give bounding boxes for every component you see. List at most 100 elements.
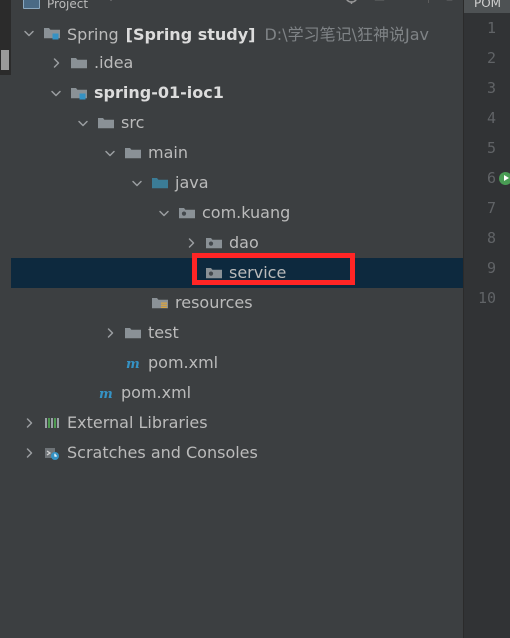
gutter-row[interactable]: 10 xyxy=(464,283,510,313)
line-number: 6 xyxy=(486,169,496,187)
line-number: 7 xyxy=(486,199,496,217)
gutter-row[interactable]: 1 xyxy=(464,13,510,43)
idea-window: Project Project xyxy=(0,0,510,638)
tree-node-label-group: service xyxy=(229,264,286,282)
tool-strip-scroll-marker[interactable] xyxy=(1,50,9,70)
project-view-icon xyxy=(23,0,40,9)
gutter-row[interactable]: 2 xyxy=(464,43,510,73)
tree-node-label: Spring xyxy=(67,25,119,44)
chevron-down-icon[interactable] xyxy=(108,0,114,1)
tree-row[interactable]: main xyxy=(11,138,463,168)
maven-file-icon: m xyxy=(97,385,115,402)
folder-icon xyxy=(124,325,142,341)
chevron-right-icon[interactable] xyxy=(104,327,116,339)
panel-title: Project xyxy=(47,0,89,11)
expand-up-icon[interactable] xyxy=(400,0,415,4)
editor-gutter[interactable]: 1 2 3 4 5 6 7 8 9 10 xyxy=(464,13,510,313)
gutter-row[interactable]: 9 xyxy=(464,253,510,283)
tree-node-label-group: dao xyxy=(229,234,259,252)
project-panel-header: Project xyxy=(11,0,463,14)
project-tree[interactable]: Spring [Spring study] D:\学习笔记\狂神说Jav .idea s… xyxy=(11,18,463,468)
tree-node-label: src xyxy=(121,113,145,132)
line-number: 1 xyxy=(486,19,496,37)
tree-node-label: service xyxy=(229,263,287,282)
svg-text:m: m xyxy=(99,387,113,401)
run-gutter-icon[interactable] xyxy=(499,171,510,185)
line-number: 10 xyxy=(477,289,496,307)
tree-row[interactable]: m pom.xml xyxy=(11,348,463,378)
chevron-down-icon[interactable] xyxy=(158,207,170,219)
tree-row[interactable]: com.kuang xyxy=(11,198,463,228)
tree-row[interactable]: test xyxy=(11,318,463,348)
package-icon xyxy=(178,205,196,221)
chevron-right-icon[interactable] xyxy=(50,57,62,69)
gutter-row[interactable]: 8 xyxy=(464,223,510,253)
gutter-row[interactable]: 3 xyxy=(464,73,510,103)
chevron-down-icon[interactable] xyxy=(104,147,116,159)
tree-row[interactable]: spring-01-ioc1 xyxy=(11,78,463,108)
gutter-row[interactable]: 6 xyxy=(464,163,510,193)
locate-icon[interactable] xyxy=(344,0,359,4)
package-icon xyxy=(205,235,223,251)
tree-node-label: spring-01-ioc1 xyxy=(94,83,224,102)
module-folder-icon xyxy=(43,25,61,41)
tree-node-label-group: main xyxy=(148,144,188,162)
tree-row[interactable]: resources xyxy=(11,288,463,318)
line-number: 9 xyxy=(486,259,496,277)
line-number: 2 xyxy=(486,49,496,67)
svg-text:m: m xyxy=(126,357,140,371)
tree-node-label-group: spring-01-ioc1 xyxy=(94,84,224,102)
tree-node-label-group: pom.xml xyxy=(121,384,191,402)
chevron-down-icon[interactable] xyxy=(50,87,62,99)
editor-tab-label[interactable]: POM xyxy=(464,0,510,13)
tree-node-label: Scratches and Consoles xyxy=(67,443,258,462)
tree-node-label: .idea xyxy=(94,53,134,72)
tree-node-label-group: External Libraries xyxy=(67,414,208,432)
tree-node-label: pom.xml xyxy=(148,353,219,372)
source-root-folder-icon xyxy=(151,175,169,191)
tree-node-label: resources xyxy=(175,293,253,312)
tree-node-path: D:\学习笔记\狂神说Jav xyxy=(264,25,429,44)
chevron-right-icon[interactable] xyxy=(23,447,35,459)
chevron-down-icon[interactable] xyxy=(131,177,143,189)
tree-node-label: com.kuang xyxy=(202,203,291,222)
settings-gear-icon[interactable] xyxy=(442,0,457,4)
tree-node-label-group: test xyxy=(148,324,179,342)
collapse-all-icon[interactable] xyxy=(372,0,387,4)
tree-node-label-group: com.kuang xyxy=(202,204,290,222)
tree-row[interactable]: Spring [Spring study] D:\学习笔记\狂神说Jav xyxy=(11,18,463,48)
tree-node-label-group: Scratches and Consoles xyxy=(67,444,258,462)
tree-row[interactable]: src xyxy=(11,108,463,138)
project-tool-window: Project Spring [Spring study] D:\学习笔记\狂神… xyxy=(11,0,463,638)
tree-row[interactable]: .idea xyxy=(11,48,463,78)
tree-node-label-group: src xyxy=(121,114,144,132)
chevron-down-icon[interactable] xyxy=(77,117,89,129)
maven-file-icon: m xyxy=(124,355,142,372)
tree-node-label: main xyxy=(148,143,188,162)
chevron-right-icon[interactable] xyxy=(23,417,35,429)
tree-row[interactable]: m pom.xml xyxy=(11,378,463,408)
editor-area: POM 1 2 3 4 5 6 7 8 9 10 xyxy=(463,0,510,638)
tree-row[interactable]: service xyxy=(11,258,463,288)
tree-row[interactable]: java xyxy=(11,168,463,198)
chevron-right-icon[interactable] xyxy=(185,237,197,249)
tree-row[interactable]: dao xyxy=(11,228,463,258)
line-number: 5 xyxy=(486,139,496,157)
gutter-row[interactable]: 7 xyxy=(464,193,510,223)
line-number: 3 xyxy=(486,79,496,97)
package-icon xyxy=(205,265,223,281)
resource-root-folder-icon xyxy=(151,295,169,311)
gutter-row[interactable]: 5 xyxy=(464,133,510,163)
module-folder-icon xyxy=(70,85,88,101)
folder-icon xyxy=(124,145,142,161)
gutter-row[interactable]: 4 xyxy=(464,103,510,133)
tree-row[interactable]: External Libraries xyxy=(11,408,463,438)
toolbar-separator xyxy=(428,0,429,3)
scratches-icon xyxy=(43,445,61,461)
tree-node-label: test xyxy=(148,323,179,342)
chevron-down-icon[interactable] xyxy=(23,27,35,39)
folder-icon xyxy=(70,55,88,71)
folder-icon xyxy=(97,115,115,131)
tree-row[interactable]: Scratches and Consoles xyxy=(11,438,463,468)
tree-node-label: dao xyxy=(229,233,259,252)
